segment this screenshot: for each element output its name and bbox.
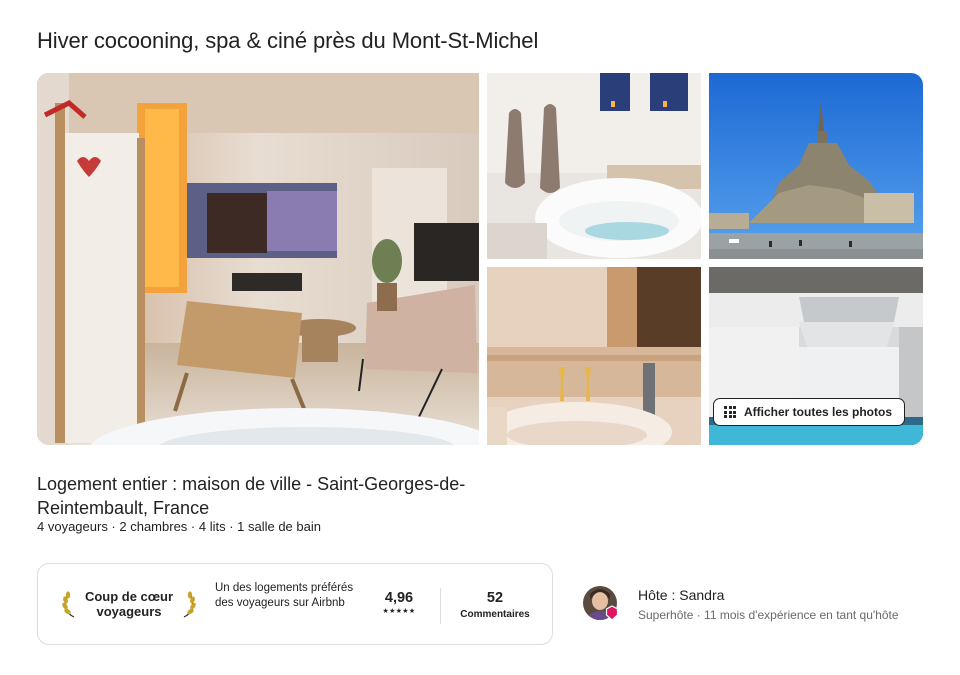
guest-favorite-card[interactable]: Coup de cœur voyageurs Un des logements …: [37, 563, 553, 645]
photo-champagne-room[interactable]: [487, 267, 701, 445]
reviews-link[interactable]: 52 Commentaires: [456, 590, 534, 620]
jacuzzi-image: [487, 73, 701, 259]
laurel-right-icon: [183, 591, 196, 618]
champagne-room-image: [487, 267, 701, 445]
photo-jacuzzi[interactable]: [487, 73, 701, 259]
guest-favorite-description: Un des logements préférés des voyageurs …: [215, 582, 354, 609]
listing-details: 4 voyageurs · 2 chambres · 4 lits · 1 sa…: [37, 519, 321, 534]
guest-favorite-label: Coup de cœur voyageurs: [85, 589, 173, 619]
photo-living-room[interactable]: [37, 73, 479, 445]
listing-title: Hiver cocooning, spa & ciné près du Mont…: [37, 28, 539, 53]
photo-mont-saint-michel[interactable]: [709, 73, 923, 259]
host-name: Hôte : Sandra: [638, 587, 725, 603]
show-all-photos-label: Afficher toutes les photos: [744, 405, 893, 419]
reviews-count: 52: [486, 590, 504, 606]
show-all-photos-button[interactable]: Afficher toutes les photos: [713, 398, 906, 426]
rating-value: 4,96: [384, 590, 414, 606]
superhost-icon: [605, 605, 619, 621]
badge-line-1: Coup de cœur: [84, 589, 174, 604]
mont-saint-michel-image: [709, 73, 923, 259]
host-section: Hôte : Sandra Superhôte · 11 mois d'expé…: [583, 584, 923, 626]
badge-line-2: voyageurs: [96, 604, 162, 619]
photo-gallery: [37, 73, 923, 445]
rating-block: 4,96 ★★★★★: [378, 590, 420, 615]
living-room-image: [37, 73, 479, 445]
card-divider: [440, 588, 441, 624]
rating-stars: ★★★★★: [382, 608, 416, 615]
reviews-label: Commentaires: [460, 609, 530, 620]
host-meta: Superhôte · 11 mois d'expérience en tant…: [638, 608, 899, 622]
guest-favorite-badge: Coup de cœur voyageurs: [60, 582, 198, 626]
laurel-left-icon: [62, 591, 75, 618]
grid-icon: [724, 406, 736, 418]
listing-subtitle: Logement entier : maison de ville - Sain…: [37, 474, 466, 518]
